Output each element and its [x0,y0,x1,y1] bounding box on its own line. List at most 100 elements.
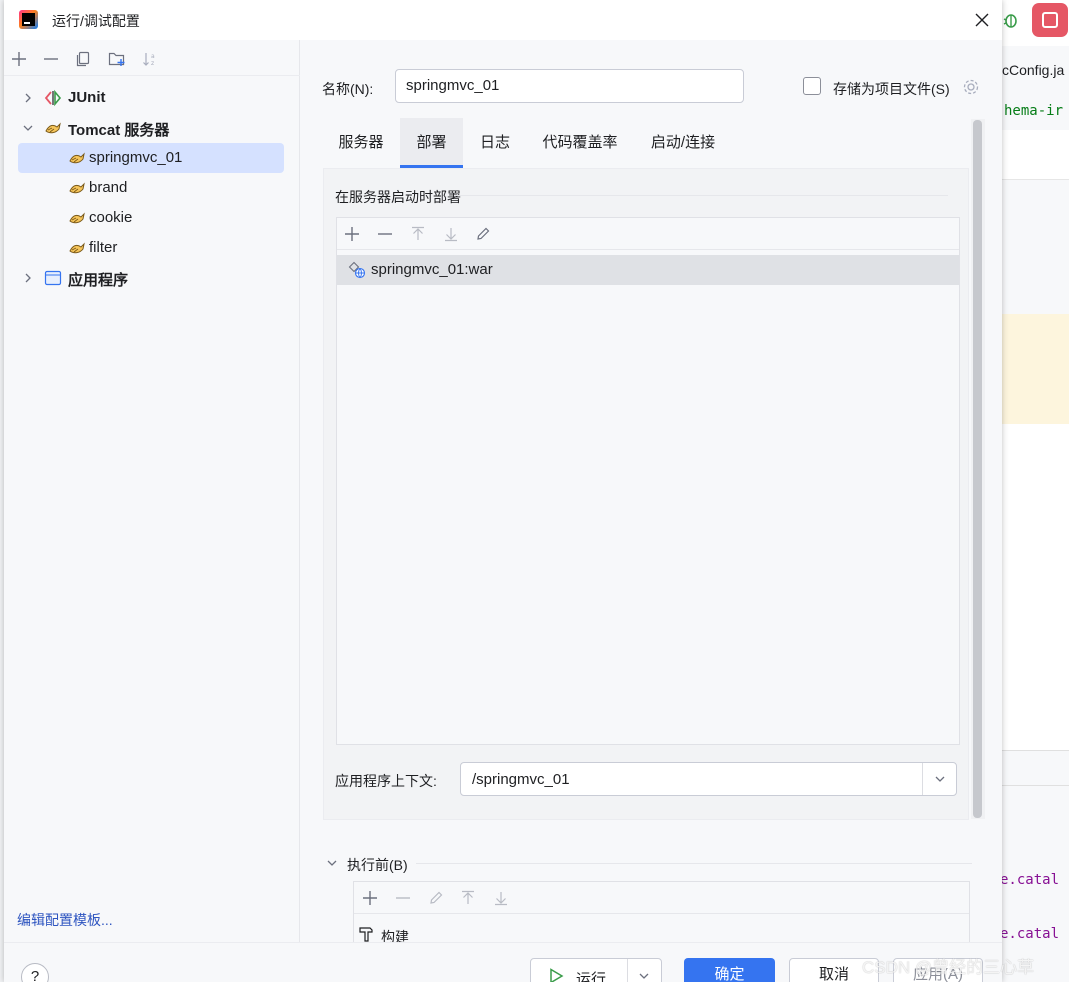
apply-button[interactable]: 应用(A) [893,958,983,982]
edit-icon[interactable] [474,225,492,243]
folder-add-icon[interactable] [108,50,126,68]
tomcat-icon [68,179,86,197]
cancel-button[interactable]: 取消 [789,958,879,982]
background-panel [1002,130,1069,180]
deployment-toolbar [337,218,959,250]
section-divider [454,195,948,196]
run-button-label: 运行 [576,971,607,982]
run-debug-config-dialog: 运行/调试配置 az JUnit Tomcat 服务器 springmvc_01… [4,0,1002,982]
web-artifact-icon [348,261,366,279]
scrollbar-thumb[interactable] [973,120,982,818]
move-down-icon[interactable] [492,889,510,907]
tomcat-icon [68,209,86,227]
section-title: 在服务器启动时部署 [335,189,461,205]
section-divider [416,863,972,864]
artifact-label: springmvc_01:war [371,261,493,278]
name-label: 名称(N): [322,81,374,97]
app-context-label: 应用程序上下文: [335,773,437,789]
deployment-list: springmvc_01:war [336,217,960,745]
tree-item-cookie[interactable]: cookie [4,203,300,233]
tree-item-brand[interactable]: brand [4,173,300,203]
window-title: 运行/调试配置 [52,13,140,29]
title-bar: 运行/调试配置 [4,0,1002,40]
background-code-line: hema-ir [1004,103,1064,119]
junit-icon [44,89,62,107]
minus-icon[interactable] [394,889,412,907]
store-as-project-file-label: 存储为项目文件(S) [833,81,950,97]
sort-icon[interactable]: az [141,50,159,68]
gear-icon[interactable] [961,77,981,97]
chevron-down-icon[interactable] [923,763,957,795]
tomcat-icon [68,149,86,167]
ok-button[interactable]: 确定 [684,958,775,982]
chevron-right-icon[interactable] [22,92,34,104]
chevron-down-icon[interactable] [22,122,34,134]
edit-templates-link[interactable]: 编辑配置模板... [17,910,113,930]
tomcat-icon [68,239,86,257]
close-icon [975,13,989,27]
background-code-line: e.catal [1002,926,1060,942]
tree-toolbar: az [4,40,300,76]
minus-icon[interactable] [42,50,60,68]
button-separator [627,959,628,982]
tree-item-label: springmvc_01 [89,149,183,166]
application-icon [44,269,62,287]
config-detail-pane: 名称(N): springmvc_01 存储为项目文件(S) 服务器 部署 日志… [300,40,1002,961]
tree-item-label: brand [89,179,128,196]
tab-code-coverage[interactable]: 代码覆盖率 [527,118,633,168]
build-hammer-icon [359,927,373,942]
tree-item-junit[interactable]: JUnit [4,83,300,113]
svg-text:z: z [151,60,154,67]
store-as-project-file-checkbox[interactable] [803,77,821,95]
play-icon [550,968,564,982]
chevron-down-icon[interactable] [326,857,338,869]
debug-icon [1002,10,1020,30]
name-field[interactable]: springmvc_01 [395,69,744,103]
tab-deployment[interactable]: 部署 [400,118,463,168]
tab-server[interactable]: 服务器 [322,118,400,168]
background-editor-tab: cConfig.ja [1002,62,1065,78]
tree-item-label: Tomcat 服务器 [68,122,170,139]
minus-icon[interactable] [376,225,394,243]
tree-item-springmvc-01[interactable]: springmvc_01 [4,143,300,173]
background-ide: cConfig.ja hema-ir e.catal e.catal [1002,0,1069,982]
dialog-button-bar: ? 运行 确定 取消 应用(A) [4,942,1002,982]
tree-item-filter[interactable]: filter [4,233,300,263]
help-button[interactable]: ? [21,963,49,982]
before-launch-label: 执行前(B) [347,857,408,873]
run-button[interactable]: 运行 [530,958,662,982]
background-highlight [1002,314,1069,424]
background-code-line: e.catal [1002,872,1060,888]
tab-logs[interactable]: 日志 [463,118,527,168]
plus-icon[interactable] [343,225,361,243]
stop-icon[interactable] [1032,3,1068,37]
move-up-icon[interactable] [409,225,427,243]
tree-item-tomcat[interactable]: Tomcat 服务器 [4,113,300,143]
tree-item-label: filter [89,239,118,256]
copy-icon[interactable] [74,50,92,68]
app-context-combobox[interactable]: /springmvc_01 [460,762,957,796]
close-button[interactable] [970,8,994,32]
tomcat-icon [44,119,62,137]
chevron-right-icon[interactable] [22,272,34,284]
svg-text:a: a [151,53,155,60]
tree-item-label: JUnit [68,89,106,106]
move-down-icon[interactable] [442,225,460,243]
before-launch-toolbar [354,882,969,914]
plus-icon[interactable] [361,889,379,907]
tree-item-label: cookie [89,209,133,226]
intellij-logo-icon [19,10,38,29]
tree-item-application[interactable]: 应用程序 [4,263,300,293]
background-divider [1002,750,1069,786]
tab-startup-connection[interactable]: 启动/连接 [633,118,733,168]
tree-item-label: 应用程序 [68,272,129,289]
chevron-down-icon[interactable] [635,967,653,982]
move-up-icon[interactable] [459,889,477,907]
deployment-panel: 在服务器启动时部署 springmvc_01:war 应用程序上下文: /spr… [323,168,969,820]
plus-icon[interactable] [10,50,28,68]
app-context-value: /springmvc_01 [472,771,570,788]
artifact-row[interactable]: springmvc_01:war [337,255,959,285]
config-tree-pane: az JUnit Tomcat 服务器 springmvc_01 brand c… [4,40,300,942]
edit-icon[interactable] [427,889,445,907]
background-editor-area [1002,424,1069,750]
